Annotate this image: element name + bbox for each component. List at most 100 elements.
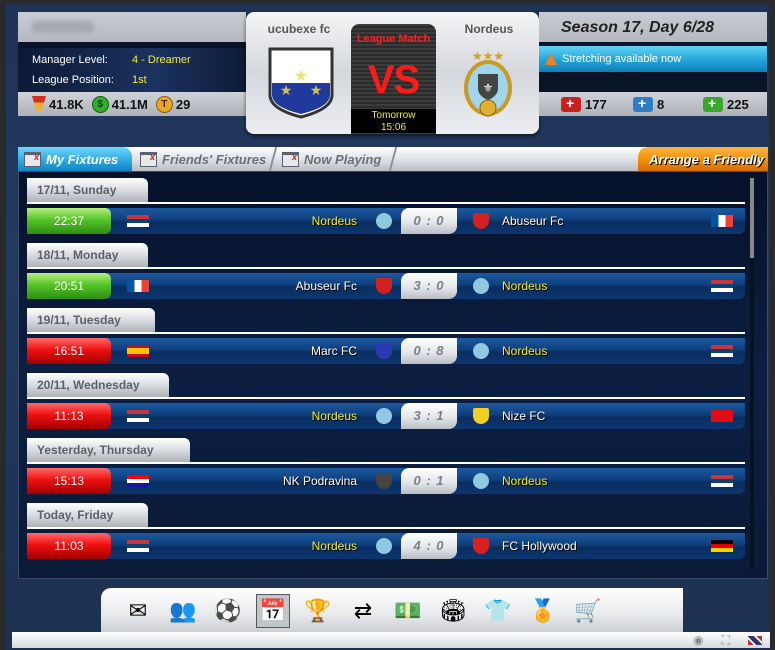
fixture-row[interactable]: 16:51 Marc FC 0 : 8 Nordeus	[27, 338, 745, 364]
league-position-label: League Position:	[32, 74, 114, 86]
fixture-row[interactable]: 22:37 Nordeus 0 : 0 Abuseur Fc	[27, 208, 745, 234]
divider	[27, 267, 745, 269]
friends-calendar-icon	[140, 151, 157, 167]
finances-icon[interactable]: 💵	[391, 594, 425, 628]
serbia-flag-icon	[127, 410, 149, 422]
away-team[interactable]: Nordeus	[502, 273, 547, 299]
shop-icon[interactable]: 🛒	[571, 594, 605, 628]
home-team[interactable]: Nordeus	[312, 403, 357, 429]
fixture-score[interactable]: 0 : 8	[401, 338, 457, 364]
away-team-badge-icon	[473, 473, 489, 489]
tab-friends-fixtures[interactable]: Friends' Fixtures	[134, 147, 274, 171]
divider	[539, 72, 767, 92]
money-value: 41.1M	[111, 96, 148, 112]
token-value: 29	[175, 96, 191, 112]
home-team-badge-icon	[376, 538, 392, 554]
blue-medkit: 8	[633, 95, 665, 112]
away-team-badge-icon	[473, 408, 489, 424]
blue-medkit-count: 8	[657, 96, 665, 112]
fixture-row[interactable]: 11:03 Nordeus 4 : 0 FC Hollywood	[27, 533, 745, 559]
scrollbar-thumb[interactable]	[750, 178, 754, 258]
svg-text:⚜: ⚜	[483, 81, 494, 95]
fullscreen-icon[interactable]: ⛶	[722, 633, 730, 648]
mail-icon[interactable]: ✉	[121, 594, 155, 628]
red-medkit-icon	[561, 95, 581, 112]
green-medkit-count: 225	[727, 96, 749, 112]
match-type: League Match	[356, 33, 431, 45]
training-cone-icon	[545, 53, 557, 65]
calendar-icon	[24, 151, 41, 167]
serbia-flag-icon	[127, 215, 149, 227]
germany-flag-icon	[711, 540, 733, 552]
home-team[interactable]: Abuseur Fc	[296, 273, 357, 299]
serbia-flag-icon	[711, 345, 733, 357]
fixture-row[interactable]: 11:13 Nordeus 3 : 1 Nize FC	[27, 403, 745, 429]
transfers-icon[interactable]: ⇄	[346, 594, 380, 628]
fixture-score[interactable]: 0 : 1	[401, 468, 457, 494]
svg-text:★: ★	[310, 82, 323, 98]
away-team[interactable]: Abuseur Fc	[502, 208, 563, 234]
squad-icon[interactable]: 👥	[166, 594, 200, 628]
match-time: Tomorrow 15:06	[351, 109, 436, 133]
fixture-score[interactable]: 0 : 0	[401, 208, 457, 234]
fixture-score[interactable]: 4 : 0	[401, 533, 457, 559]
home-team[interactable]: Marc FC	[311, 338, 357, 364]
stadium-icon[interactable]: 🏟	[436, 594, 470, 628]
svg-text:★: ★	[280, 82, 293, 98]
fixture-date-header: Today, Friday	[27, 503, 148, 527]
away-team-badge-icon	[473, 213, 489, 229]
tokens: T 29	[155, 95, 191, 113]
fixture-score[interactable]: 3 : 0	[401, 273, 457, 299]
home-team-badge-icon	[376, 278, 392, 294]
eye-icon[interactable]: ◉	[693, 633, 703, 647]
manager-level-value: 4 - Dreamer	[132, 54, 191, 66]
stretching-notice[interactable]: Stretching available now	[539, 46, 767, 72]
away-team-badge-icon	[473, 538, 489, 554]
manager-info: Manager Level: 4 - Dreamer League Positi…	[18, 48, 246, 94]
fixture-score[interactable]: 3 : 1	[401, 403, 457, 429]
manager-panel: Manager Level: 4 - Dreamer League Positi…	[18, 12, 246, 116]
home-team-shield-icon: ★ ★ ★	[268, 47, 334, 119]
next-match-card[interactable]: ucubexe fc Nordeus ★ ★ ★ League Match VS…	[246, 12, 539, 134]
fixtures-list[interactable]: 17/11, Sunday 22:37 Nordeus 0 : 0 Abuseu…	[18, 171, 768, 579]
fixture-row[interactable]: 15:13 NK Podravina 0 : 1 Nordeus	[27, 468, 745, 494]
home-team-badge-icon	[376, 343, 392, 359]
arrange-friendly-button[interactable]: Arrange a Friendly	[638, 147, 768, 171]
money-icon: $	[91, 95, 109, 113]
fixture-row[interactable]: 20:51 Abuseur Fc 3 : 0 Nordeus	[27, 273, 745, 299]
tab-now-playing[interactable]: Now Playing	[276, 147, 394, 171]
away-team[interactable]: Nize FC	[502, 403, 545, 429]
club-icon[interactable]: 👕	[481, 594, 515, 628]
divider	[27, 397, 745, 399]
away-team[interactable]: FC Hollywood	[502, 533, 577, 559]
fixture-time: 16:51	[27, 338, 111, 364]
tab-label: Friends' Fixtures	[162, 151, 267, 167]
fixture-time: 20:51	[27, 273, 111, 299]
divider	[27, 527, 745, 529]
serbia-flag-icon	[711, 475, 733, 487]
achievements-icon[interactable]: 🏅	[526, 594, 560, 628]
home-team[interactable]: Nordeus	[312, 533, 357, 559]
serbia-flag-icon	[711, 280, 733, 292]
green-medkit: 225	[703, 95, 749, 112]
currency-bar: 41.8K $ 41.1M T 29	[18, 92, 246, 116]
vs-panel: League Match VS Tomorrow 15:06	[351, 24, 436, 134]
away-team[interactable]: Nordeus	[502, 468, 547, 494]
tab-my-fixtures[interactable]: My Fixtures	[18, 147, 132, 171]
manager-level-row: Manager Level: 4 - Dreamer	[32, 54, 191, 66]
fixture-time: 15:13	[27, 468, 111, 494]
tab-label: My Fixtures	[46, 151, 119, 167]
uk-flag-language-icon[interactable]	[748, 635, 762, 645]
away-team-name: Nordeus	[464, 22, 514, 36]
fixture-date-header: Yesterday, Thursday	[27, 438, 190, 462]
home-team[interactable]: NK Podravina	[283, 468, 357, 494]
match-clock: 15:06	[380, 122, 407, 133]
training-icon[interactable]: ⚽	[211, 594, 245, 628]
home-team[interactable]: Nordeus	[312, 208, 357, 234]
tab-label: Now Playing	[304, 151, 382, 167]
fixtures-calendar-icon[interactable]: 📅	[256, 594, 290, 628]
league-podium-icon[interactable]: 🏆	[301, 594, 335, 628]
france-flag-icon	[711, 215, 733, 227]
season-day: Season 17, Day 6/28	[539, 12, 767, 42]
away-team[interactable]: Nordeus	[502, 338, 547, 364]
